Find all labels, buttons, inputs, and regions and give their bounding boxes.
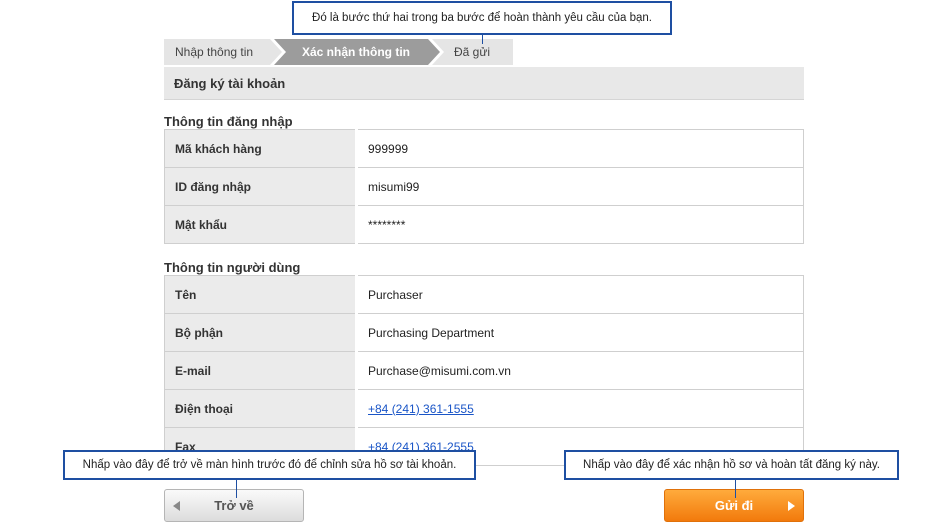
- table-row: Mã khách hàng 999999: [164, 129, 804, 168]
- submit-tip-callout: Nhấp vào đây để xác nhận hồ sơ và hoàn t…: [564, 450, 899, 498]
- login-section-title: Thông tin đăng nhập: [164, 114, 293, 129]
- table-row: Điện thoại +84 (241) 361-1555: [164, 389, 804, 428]
- back-button-label: Trở về: [214, 498, 254, 513]
- table-row: Bộ phận Purchasing Department: [164, 313, 804, 352]
- password-value: ********: [356, 205, 804, 244]
- form-title: Đăng ký tài khoản: [164, 67, 804, 100]
- table-row: E-mail Purchase@misumi.com.vn: [164, 351, 804, 390]
- step-tip-callout: Đó là bước thứ hai trong ba bước để hoàn…: [292, 1, 672, 44]
- table-row: ID đăng nhập misumi99: [164, 167, 804, 206]
- login-id-value: misumi99: [356, 167, 804, 206]
- table-row: Mật khẩu ********: [164, 205, 804, 244]
- submit-button[interactable]: Gửi đi: [664, 489, 804, 522]
- phone-link[interactable]: +84 (241) 361-1555: [368, 402, 474, 416]
- user-section-title: Thông tin người dùng: [164, 260, 301, 275]
- department-label: Bộ phận: [164, 313, 358, 352]
- step-progress: Nhập thông tin Xác nhận thông tin Đã gửi: [164, 39, 514, 65]
- back-button[interactable]: Trở về: [164, 489, 304, 522]
- login-id-label: ID đăng nhập: [164, 167, 358, 206]
- submit-button-label: Gửi đi: [714, 498, 754, 513]
- email-label: E-mail: [164, 351, 358, 390]
- name-label: Tên: [164, 275, 358, 314]
- step-enter-info: Nhập thông tin: [164, 39, 282, 65]
- customer-code-value: 999999: [356, 129, 804, 168]
- email-value: Purchase@misumi.com.vn: [356, 351, 804, 390]
- phone-label: Điện thoại: [164, 389, 358, 428]
- step-sent: Đã gửi: [432, 39, 513, 65]
- customer-code-label: Mã khách hàng: [164, 129, 358, 168]
- login-info-table: Mã khách hàng 999999 ID đăng nhập misumi…: [164, 129, 804, 244]
- table-row: Tên Purchaser: [164, 275, 804, 314]
- user-info-table: Tên Purchaser Bộ phận Purchasing Departm…: [164, 275, 804, 466]
- step-confirm-info: Xác nhận thông tin: [274, 39, 440, 65]
- name-value: Purchaser: [356, 275, 804, 314]
- arrow-right-icon: [788, 501, 795, 511]
- back-tip-callout: Nhấp vào đây để trở về màn hình trước đó…: [63, 450, 476, 498]
- department-value: Purchasing Department: [356, 313, 804, 352]
- password-label: Mật khẩu: [164, 205, 358, 244]
